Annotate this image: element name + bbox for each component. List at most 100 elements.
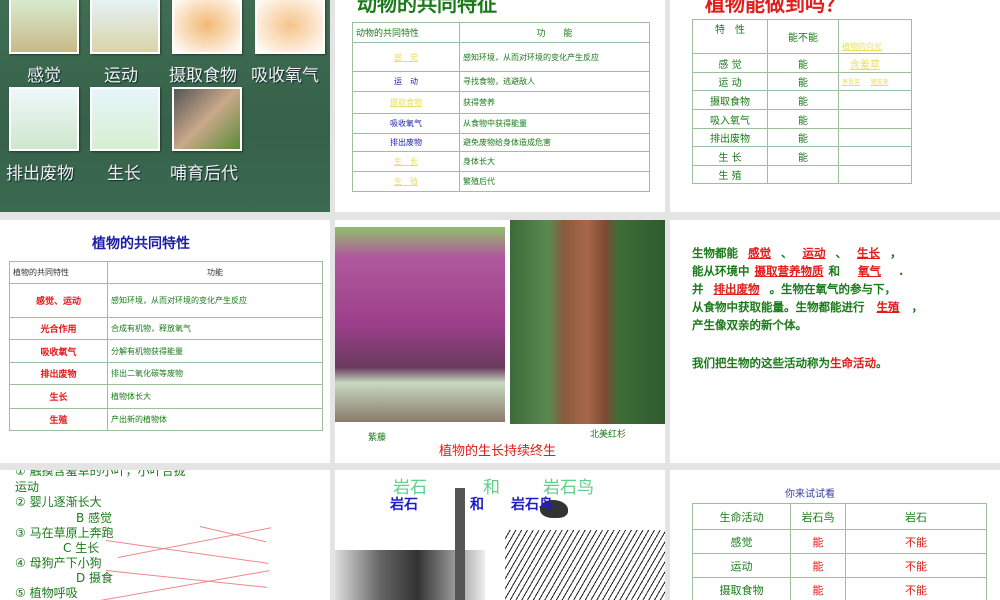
answer: 能 [767, 109, 839, 129]
answer: 氧气 [858, 264, 881, 278]
item: ⑤ 植物呼吸 [15, 586, 78, 600]
fill-in-text: 生物都能 感觉、运动、生长， 能从环境中 摄取营养物质和氧气. 并排出废物 。生物在氧… [692, 246, 923, 370]
text: 并 [692, 282, 704, 296]
text: 从食物中获取能量。生物都能进行 [692, 300, 865, 314]
answer: 生长 [857, 246, 880, 260]
text: 生物都能 [692, 246, 738, 260]
item: ① 触摸含羞草的小叶，小叶合拢 [15, 470, 186, 478]
label: 哺育后代 [170, 164, 238, 184]
trait: 摄取食物 [692, 90, 768, 110]
image-eat [172, 0, 242, 54]
activity: 感觉 [692, 529, 791, 554]
bird-answer: 能 [790, 529, 846, 554]
trait: 生殖 [9, 408, 108, 431]
bird-answer: 能 [790, 577, 846, 600]
slide-title: 动物的共同特征 [357, 0, 497, 16]
rock-answer: 不能 [845, 577, 987, 600]
trait: 感 觉 [352, 42, 460, 72]
label: 摄取食物 [169, 66, 237, 86]
trait: 生 长 [352, 151, 460, 172]
slide-title: 植物的共同特性 [92, 236, 190, 252]
slide-6-thumbnail[interactable]: 生物都能 感觉、运动、生长， 能从环境中 摄取营养物质和氧气. 并排出废物 。生物在氧… [670, 220, 1000, 463]
item: ② 婴儿逐渐长大 [15, 495, 102, 509]
image-excrete [9, 87, 79, 151]
rock-answer: 不能 [845, 553, 987, 578]
activity: 运动 [692, 553, 791, 578]
item: 运动 [15, 480, 40, 494]
sequoia-photo [510, 220, 665, 424]
left-label: 紫藤 [368, 433, 387, 443]
bird-answer: 能 [790, 553, 846, 578]
label: 生长 [107, 164, 141, 184]
trait: 摄取食物 [352, 91, 460, 114]
header: 特 性 [692, 19, 768, 54]
animal-traits-table: 动物的共同特性功 能 感 觉感知环境，从而对环境的变化产生反应 运 动寻找食物，… [352, 22, 650, 192]
trait: 生 殖 [692, 165, 768, 184]
label: 吸收氧气 [251, 66, 319, 86]
trait: 吸收氧气 [352, 113, 460, 134]
trait: 生长 [9, 384, 108, 409]
slide-2-thumbnail[interactable]: 动物的共同特征 动物的共同特性功 能 感 觉感知环境，从而对环境的变化产生反应 … [335, 0, 665, 212]
image-sense [9, 0, 79, 54]
slide-9-thumbnail[interactable]: 你来试试看 生命活动 岩石鸟 岩石 感觉能不能 运动能不能 摄取食物能不能 [670, 470, 1000, 600]
trait: 吸入氧气 [692, 109, 768, 129]
function: 分解有机物获得能量 [107, 339, 323, 363]
plant-traits-table: 植物的共同特性 功能 感觉、运动 感知环境，从而对环境的变化产生反应 光合作用 合成有… [9, 261, 323, 431]
image-move [90, 0, 160, 54]
title-blue: 岩石 [390, 497, 418, 513]
note: 茅膏菜 [842, 79, 861, 86]
highlight: 生命活动 [830, 356, 876, 370]
wisteria-photo [335, 227, 505, 422]
trait: 吸收氧气 [9, 339, 108, 363]
plant-ability-table: 特 性能不能 植物的向光 感 觉能含羞草 运 动能茅膏菜 猪笼草 摄取食物能 吸入… [692, 19, 912, 184]
trait: 运 动 [692, 72, 768, 91]
slide-7-thumbnail[interactable]: ① 触摸含羞草的小叶，小叶合拢 运动 ② 婴儿逐渐长大 B 感觉 ③ 马在草原上… [0, 470, 330, 600]
bird-drawing [505, 530, 665, 600]
function: 从食物中获得能量 [459, 113, 650, 134]
trait: 排出废物 [352, 133, 460, 152]
slide-4-thumbnail[interactable]: 植物的共同特性 植物的共同特性 功能 感觉、运动 感知环境，从而对环境的变化产生反应… [0, 220, 330, 463]
right-label: 北美红杉 [590, 430, 627, 440]
trait: 排出废物 [9, 362, 108, 385]
header: 功 能 [459, 22, 650, 43]
activity: 摄取食物 [692, 577, 791, 600]
item: ③ 马在草原上奔跑 [15, 526, 114, 540]
notes-cell: 植物的向光 [838, 19, 912, 54]
title-blue: 和 [470, 497, 484, 513]
image-breathe [255, 0, 325, 54]
text: 。 [876, 356, 888, 370]
function: 植物体长大 [107, 384, 323, 409]
slide-title: 你来试试看 [785, 489, 835, 500]
answer: 摄取营养物质 [754, 264, 824, 278]
option: C 生长 [63, 541, 100, 555]
text: 和 [828, 264, 841, 278]
trait: 感 觉 [692, 53, 768, 73]
image-grow [90, 87, 160, 151]
label: 感觉 [27, 66, 61, 86]
slide-5-thumbnail[interactable]: 紫藤 北美红杉 植物的生长持续终生 [335, 220, 665, 463]
header: 生命活动 [692, 503, 791, 530]
label: 运动 [104, 66, 138, 86]
title-green: 和 [483, 478, 500, 498]
label: 排出废物 [6, 164, 74, 184]
answer: 能 [767, 146, 839, 166]
comparison-table: 生命活动 岩石鸟 岩石 感觉能不能 运动能不能 摄取食物能不能 [692, 503, 987, 600]
answer: 感觉 [748, 246, 771, 260]
text: 产生像双亲的新个体。 [692, 318, 807, 332]
slide-8-thumbnail[interactable]: 岩石 和 岩石鸟 岩石 和 岩石鸟 [335, 470, 665, 600]
note: 植物的向光 [842, 42, 882, 51]
trait: 排出废物 [692, 128, 768, 147]
slide-3-thumbnail[interactable]: 植物能做到吗？ 特 性能不能 植物的向光 感 觉能含羞草 运 动能茅膏菜 猪笼草 … [670, 0, 1000, 212]
function: 排出二氧化碳等废物 [107, 362, 323, 385]
header: 功能 [107, 261, 323, 284]
slide-1-thumbnail[interactable]: 感觉 运动 摄取食物 吸收氧气 排出废物 生长 哺育后代 [0, 0, 330, 212]
header: 岩石 [845, 503, 987, 530]
trait: 生 长 [692, 146, 768, 166]
function: 避免废物给身体造成危害 [459, 133, 650, 152]
header: 动物的共同特性 [352, 22, 460, 43]
header: 能不能 [767, 19, 839, 54]
answer: 排出废物 [713, 282, 760, 296]
function: 获得营养 [459, 91, 650, 114]
answer: 运动 [802, 246, 826, 260]
function: 感知环境，从而对环境的变化产生反应 [107, 283, 323, 318]
